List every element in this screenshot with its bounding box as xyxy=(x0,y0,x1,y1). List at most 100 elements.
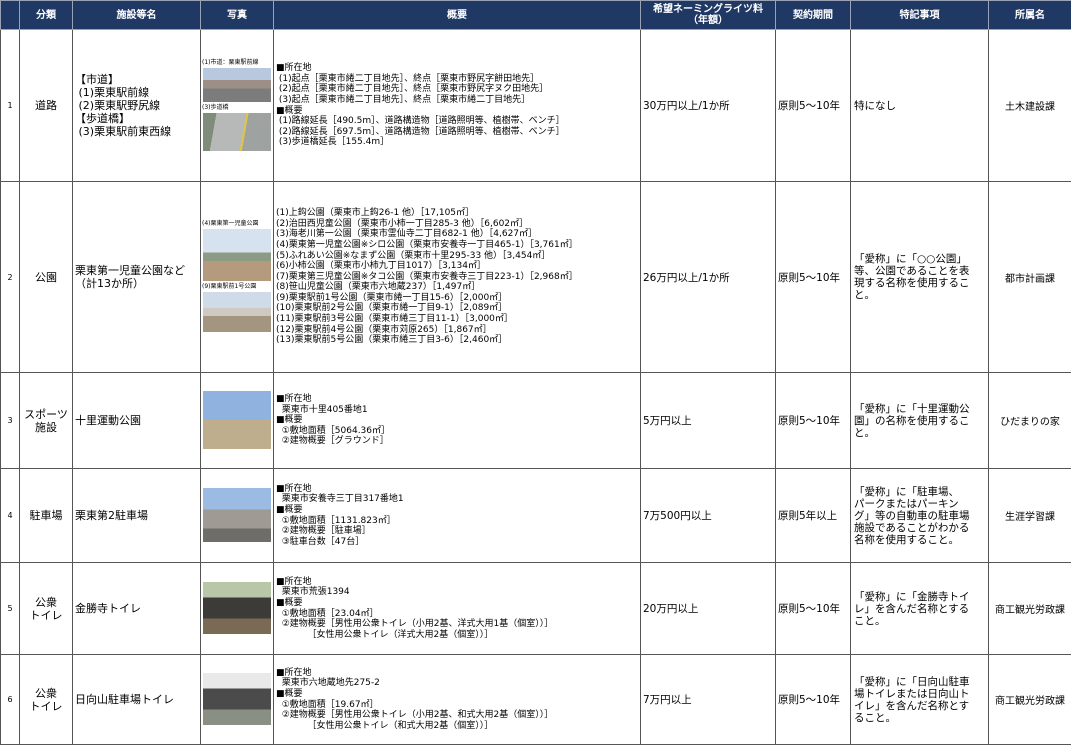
overview-line: (4)栗東第一児童公園※シロ公園（栗東市安養寺一丁目465-1）［3,761㎡］ xyxy=(276,239,578,250)
overview-line: 栗東市十里405番地1 xyxy=(276,404,368,415)
col-header-overview: 概要 xyxy=(273,0,641,30)
overview-line: ②建物概要［駐車場］ xyxy=(276,526,371,537)
overview-cell: ■所在地 栗東市安養寺三丁目317番地1 ■概要 ①敷地面積［1131.823㎡… xyxy=(273,468,641,563)
overview-line: ■概要 xyxy=(276,504,303,515)
row-number: 6 xyxy=(0,654,20,745)
note-line: 等、公園であることを表 xyxy=(854,265,970,277)
facility-name-line: (1)栗東駅前線 xyxy=(75,86,150,99)
table-row: 4 駐車場 栗東第2駐車場 ■所在地 栗東市安養寺三丁目317番地1 ■概要 ①… xyxy=(0,468,1071,563)
facility-name-line: 栗東第一児童公園など xyxy=(75,264,185,277)
overview-line: (1)上鈎公園（栗東市上鈎26-1 他）［17,105㎡］ xyxy=(276,208,475,219)
fee-header-line2: （年額） xyxy=(688,15,728,26)
note-line: イレ」を含んだ名称とす xyxy=(854,699,970,712)
note-line: 「愛称」に「○○公園」 xyxy=(854,253,967,265)
overview-cell: ■所在地 栗東市六地蔵地先275-2 ■概要 ①敷地面積［19.67㎡］ ②建物… xyxy=(273,654,641,745)
toilet-photo xyxy=(203,673,271,725)
overview-line: (1)路線延長［490.5m］、道路構造物［道路照明等、植樹帯、ベンチ］ xyxy=(276,116,565,127)
overview-line: ■概要 xyxy=(276,415,303,426)
overview-line: (5)ふれあい公園※なまず公園（栗東市十里295-33 他）［3,454㎡］ xyxy=(276,250,551,261)
facility-name-line: 栗東第2駐車場 xyxy=(75,509,148,522)
facility-name-line: 十里運動公園 xyxy=(75,414,141,427)
row-number: 1 xyxy=(0,29,20,182)
table-row: 5 公衆 トイレ 金勝寺トイレ ■所在地 栗東市荒張1394 ■概要 ①敷地面積… xyxy=(0,562,1071,655)
dept-cell: ひだまりの家 xyxy=(988,372,1071,469)
overview-line: ［女性用公衆トイレ（洋式大用2基（個室））］ xyxy=(276,629,494,640)
overview-line: (10)栗東駅前2号公園（栗東市綣一丁目9-1）［2,089㎡］ xyxy=(276,303,508,314)
overview-line: (3)海老川第一公園（栗東市霊仙寺二丁目682-1 他）［4,627㎡］ xyxy=(276,229,538,240)
overview-line: ■所在地 xyxy=(276,63,312,74)
category-line: 施設 xyxy=(35,420,57,434)
naming-rights-table: 分類 施設等名 写真 概要 希望ネーミングライツ料 （年額） 契約期間 特記事項… xyxy=(0,0,1071,745)
note-cell: 「愛称」に「駐車場、 パークまたはパーキン グ」等の自動車の駐車場 施設であるこ… xyxy=(850,468,989,563)
dept-cell: 土木建設課 xyxy=(988,29,1071,182)
road-photo xyxy=(203,67,271,102)
overview-line: (3)歩道橋延長［155.4m］ xyxy=(276,137,390,148)
col-header-facility: 施設等名 xyxy=(72,0,201,30)
dept-cell: 生涯学習課 xyxy=(988,468,1071,563)
overview-line: 栗東市安養寺三丁目317番地1 xyxy=(276,494,404,505)
category-cell: スポーツ 施設 xyxy=(19,372,73,469)
note-line: 施設であることがわかる xyxy=(854,521,970,534)
col-header-term: 契約期間 xyxy=(775,0,851,30)
overview-line: ①敷地面積［23.04㎡］ xyxy=(276,608,379,619)
fee-cell: 30万円以上/1か所 xyxy=(640,29,776,182)
overview-line: (1)起点［栗東市綣二丁目地先］、終点［栗東市野尻字餅田地先］ xyxy=(276,73,540,84)
overview-line: 栗東市六地蔵地先275-2 xyxy=(276,678,380,689)
photo-caption: (9)栗東駅前1号公園 xyxy=(202,283,257,290)
sports-ground-photo xyxy=(203,391,271,449)
note-line: パークまたはパーキン xyxy=(854,497,959,510)
category-cell: 公衆 トイレ xyxy=(19,654,73,745)
overview-line: (13)栗東駅前5号公園（栗東市綣三丁目3-6）［2,460㎡］ xyxy=(276,335,508,346)
overview-line: ■所在地 xyxy=(276,394,312,405)
facility-name: 栗東第一児童公園など （計13か所） xyxy=(72,181,201,373)
col-header-category: 分類 xyxy=(19,0,73,30)
photo-cell: (4)栗東第一児童公園 (9)栗東駅前1号公園 xyxy=(200,181,274,373)
note-line: と。 xyxy=(854,289,875,301)
photo-cell: (1)市道：栗東駅前線 (3)歩道橋 xyxy=(200,29,274,182)
note-cell: 「愛称」に「金勝寺トイ レ」を含んだ名称とする こと。 xyxy=(850,562,989,655)
row-number: 5 xyxy=(0,562,20,655)
facility-name-line: 日向山駐車場トイレ xyxy=(75,693,174,706)
fee-header-line1: 希望ネーミングライツ料 xyxy=(653,4,763,15)
note-line: 「愛称」に「日向山駐車 xyxy=(854,675,970,688)
table-row: 1 道路 【市道】 (1)栗東駅前線 (2)栗東駅野尻線 【歩道橋】 (3)栗東… xyxy=(0,29,1071,182)
note-line: 園」の名称を使用するこ xyxy=(854,414,970,427)
photo-caption: (3)歩道橋 xyxy=(202,103,229,111)
facility-name: 日向山駐車場トイレ xyxy=(72,654,201,745)
col-header-no xyxy=(0,0,20,30)
overview-line: ②建物概要［男性用公衆トイレ（小用2基、和式大用2基（個室））］ xyxy=(276,710,554,721)
category-line: 公衆 xyxy=(35,595,57,609)
table-row: 3 スポーツ 施設 十里運動公園 ■所在地 栗東市十里405番地1 ■概要 ①敷… xyxy=(0,372,1071,469)
dept-cell: 商工観光労政課 xyxy=(988,562,1071,655)
category-line: トイレ xyxy=(29,699,63,713)
facility-name: 金勝寺トイレ xyxy=(72,562,201,655)
overview-line: ■所在地 xyxy=(276,576,312,587)
overview-line: (7)栗東第三児童公園※タコ公園（栗東市安養寺三丁目223-1）［2,968㎡］ xyxy=(276,271,578,282)
overview-line: (3)起点［栗東市綣二丁目地先］、終点［栗東市綣二丁目地先］ xyxy=(276,94,531,105)
facility-name-line: (2)栗東駅野尻線 xyxy=(75,99,161,112)
overview-line: ■概要 xyxy=(276,688,303,699)
col-header-photo: 写真 xyxy=(200,0,274,30)
row-number: 3 xyxy=(0,372,20,469)
fee-cell: 5万円以上 xyxy=(640,372,776,469)
category-line: 公衆 xyxy=(35,686,57,700)
term-cell: 原則5年以上 xyxy=(775,468,851,563)
facility-name-line: 金勝寺トイレ xyxy=(75,602,141,615)
parking-photo xyxy=(203,488,271,542)
category-cell: 公衆 トイレ xyxy=(19,562,73,655)
photo-cell xyxy=(200,372,274,469)
category-line: トイレ xyxy=(29,608,63,622)
overview-line: (8)笹山児童公園（栗東市六地蔵237）［1,497㎡］ xyxy=(276,282,481,293)
note-line: グ」等の自動車の駐車場 xyxy=(854,509,970,522)
dept-cell: 商工観光労政課 xyxy=(988,654,1071,745)
note-line: 場トイレまたは日向山ト xyxy=(854,687,970,700)
note-line: レ」を含んだ名称とする xyxy=(854,602,970,615)
note-line: 現する名称を使用するこ xyxy=(854,277,970,289)
overview-cell: ■所在地 栗東市十里405番地1 ■概要 ①敷地面積［5064.36㎡］ ②建物… xyxy=(273,372,641,469)
note-cell: 「愛称」に「十里運動公 園」の名称を使用するこ と。 xyxy=(850,372,989,469)
facility-name-line: 【歩道橋】 xyxy=(75,112,130,125)
facility-name: 【市道】 (1)栗東駅前線 (2)栗東駅野尻線 【歩道橋】 (3)栗東駅前東西線 xyxy=(72,29,201,182)
table-row: 6 公衆 トイレ 日向山駐車場トイレ ■所在地 栗東市六地蔵地先275-2 ■概… xyxy=(0,654,1071,745)
overview-line: ③駐車台数［47台］ xyxy=(276,536,365,547)
facility-name: 十里運動公園 xyxy=(72,372,201,469)
